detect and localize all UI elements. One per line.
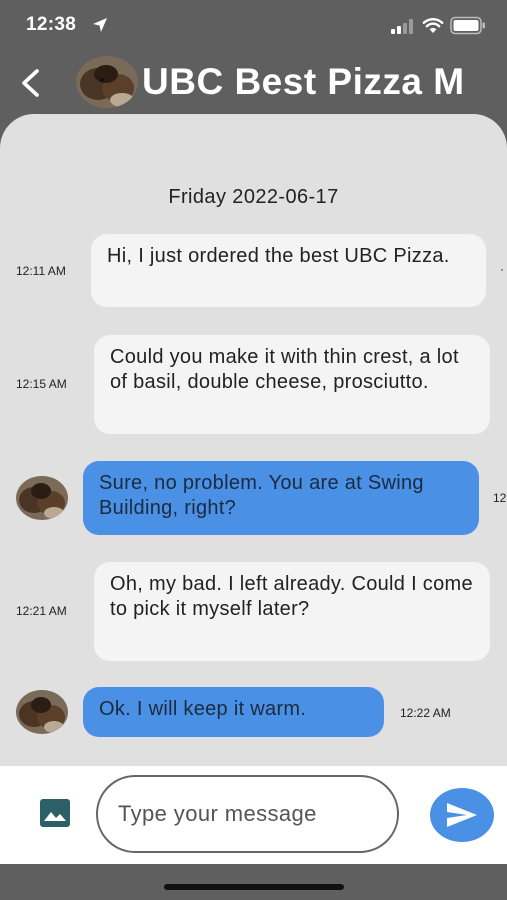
date-separator: Friday 2022-06-17 — [168, 186, 339, 208]
message-list[interactable]: Friday 2022-06-17 12:11 AM Hi, I just or… — [0, 114, 507, 766]
send-button[interactable] — [430, 788, 494, 842]
back-icon[interactable] — [18, 68, 44, 98]
message-text: Oh, my bad. I left already. Could I come… — [110, 573, 473, 620]
location-arrow-icon — [93, 18, 107, 32]
chat-header: UBC Best Pizza M — [0, 52, 507, 114]
chat-title: UBC Best Pizza M — [142, 61, 465, 102]
send-icon — [447, 803, 477, 827]
battery-icon — [450, 16, 485, 35]
avatar — [16, 476, 68, 520]
message-time: 12:21 AM — [16, 604, 67, 618]
image-icon[interactable] — [40, 799, 70, 827]
message-time: 12 — [493, 491, 507, 505]
wifi-icon — [422, 18, 444, 33]
dog-avatar-icon — [16, 690, 68, 734]
status-bar: 12:38 — [0, 0, 507, 52]
message-bubble-received[interactable]: Hi, I just ordered the best UBC Pizza. — [91, 234, 486, 307]
home-indicator[interactable] — [164, 884, 344, 890]
contact-avatar[interactable] — [76, 56, 138, 108]
message-input[interactable] — [96, 775, 399, 853]
message-text: Could you make it with thin crest, a lot… — [110, 346, 459, 393]
message-bubble-sent[interactable]: Ok. I will keep it warm. — [83, 687, 384, 737]
message-bubble-received[interactable]: Could you make it with thin crest, a lot… — [94, 335, 490, 434]
message-text: Ok. I will keep it warm. — [99, 698, 307, 720]
status-time: 12:38 — [26, 14, 77, 35]
message-text: Sure, no problem. You are at Swing Build… — [99, 472, 424, 519]
message-bubble-received[interactable]: Oh, my bad. I left already. Could I come… — [94, 562, 490, 661]
message-time: 12:22 AM — [400, 706, 451, 720]
message-bubble-sent[interactable]: Sure, no problem. You are at Swing Build… — [83, 461, 479, 535]
message-text: Hi, I just ordered the best UBC Pizza. — [107, 245, 450, 267]
home-area — [0, 864, 507, 900]
dog-avatar-icon — [16, 476, 68, 520]
dog-avatar-icon — [76, 56, 138, 108]
edge-mark: · — [500, 262, 504, 276]
composer-bar — [0, 766, 507, 864]
avatar — [16, 690, 68, 734]
message-time: 12:11 AM — [16, 264, 66, 278]
message-time: 12:15 AM — [16, 377, 67, 391]
signal-icon — [391, 19, 413, 34]
